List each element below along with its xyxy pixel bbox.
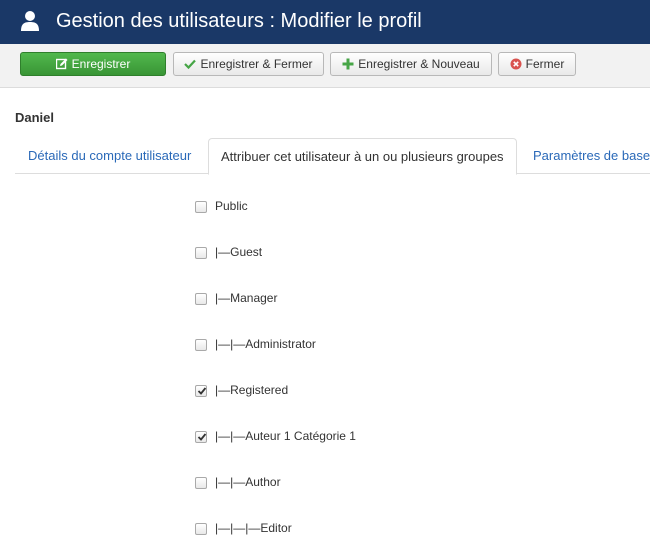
group-label: |—|—Administrator <box>215 337 316 351</box>
group-checkbox[interactable] <box>195 523 207 535</box>
close-icon <box>510 58 522 70</box>
group-item-editor: |—|—|—Editor <box>195 521 292 537</box>
tab-basic-settings[interactable]: Paramètres de base <box>533 138 650 174</box>
save-button-label: Enregistrer <box>71 57 131 71</box>
group-checkbox[interactable] <box>195 477 207 489</box>
save-close-button[interactable]: Enregistrer & Fermer <box>173 52 324 76</box>
checkmark-icon <box>197 387 207 395</box>
group-label: Public <box>215 199 248 213</box>
group-checkbox[interactable] <box>195 431 207 443</box>
edit-icon <box>55 58 68 70</box>
group-label: |—Registered <box>215 383 289 397</box>
save-close-button-label: Enregistrer & Fermer <box>200 57 313 71</box>
group-label: |—|—Auteur 1 Catégorie 1 <box>215 429 356 443</box>
close-button-label: Fermer <box>525 57 565 71</box>
checkmark-icon <box>197 433 207 441</box>
toolbar: Enregistrer Enregistrer & Fermer Enregis… <box>0 44 650 88</box>
group-item-registered: |—Registered <box>195 383 288 399</box>
group-label: |—|—Author <box>215 475 281 489</box>
save-new-button[interactable]: Enregistrer & Nouveau <box>330 52 492 76</box>
page-header: Gestion des utilisateurs : Modifier le p… <box>0 0 650 44</box>
group-checkbox[interactable] <box>195 385 207 397</box>
group-label: |—|—|—Editor <box>215 521 292 535</box>
group-label: |—Manager <box>215 291 278 305</box>
group-item-administrator: |—|—Administrator <box>195 337 316 353</box>
group-item-public: Public <box>195 199 248 215</box>
group-checkbox[interactable] <box>195 293 207 305</box>
close-button[interactable]: Fermer <box>498 52 576 76</box>
user-icon <box>20 10 40 32</box>
group-checkbox[interactable] <box>195 247 207 259</box>
save-new-button-label: Enregistrer & Nouveau <box>358 57 480 71</box>
check-icon <box>184 58 197 70</box>
group-checkbox[interactable] <box>195 339 207 351</box>
tab-bar: Détails du compte utilisateur Attribuer … <box>15 138 650 175</box>
group-item-author: |—|—Author <box>195 475 281 491</box>
group-item-auteur: |—|—Auteur 1 Catégorie 1 <box>195 429 356 445</box>
user-name: Daniel <box>15 110 55 125</box>
group-item-manager: |—Manager <box>195 291 277 307</box>
group-checkbox[interactable] <box>195 201 207 213</box>
plus-icon <box>342 58 354 70</box>
group-item-guest: |—Guest <box>195 245 262 261</box>
tab-assigned-groups[interactable]: Attribuer cet utilisateur à un ou plusie… <box>208 138 517 175</box>
group-label: |—Guest <box>215 245 263 259</box>
save-button[interactable]: Enregistrer <box>20 52 166 76</box>
tab-account-details[interactable]: Détails du compte utilisateur <box>28 138 191 174</box>
page-title: Gestion des utilisateurs : Modifier le p… <box>56 10 422 32</box>
